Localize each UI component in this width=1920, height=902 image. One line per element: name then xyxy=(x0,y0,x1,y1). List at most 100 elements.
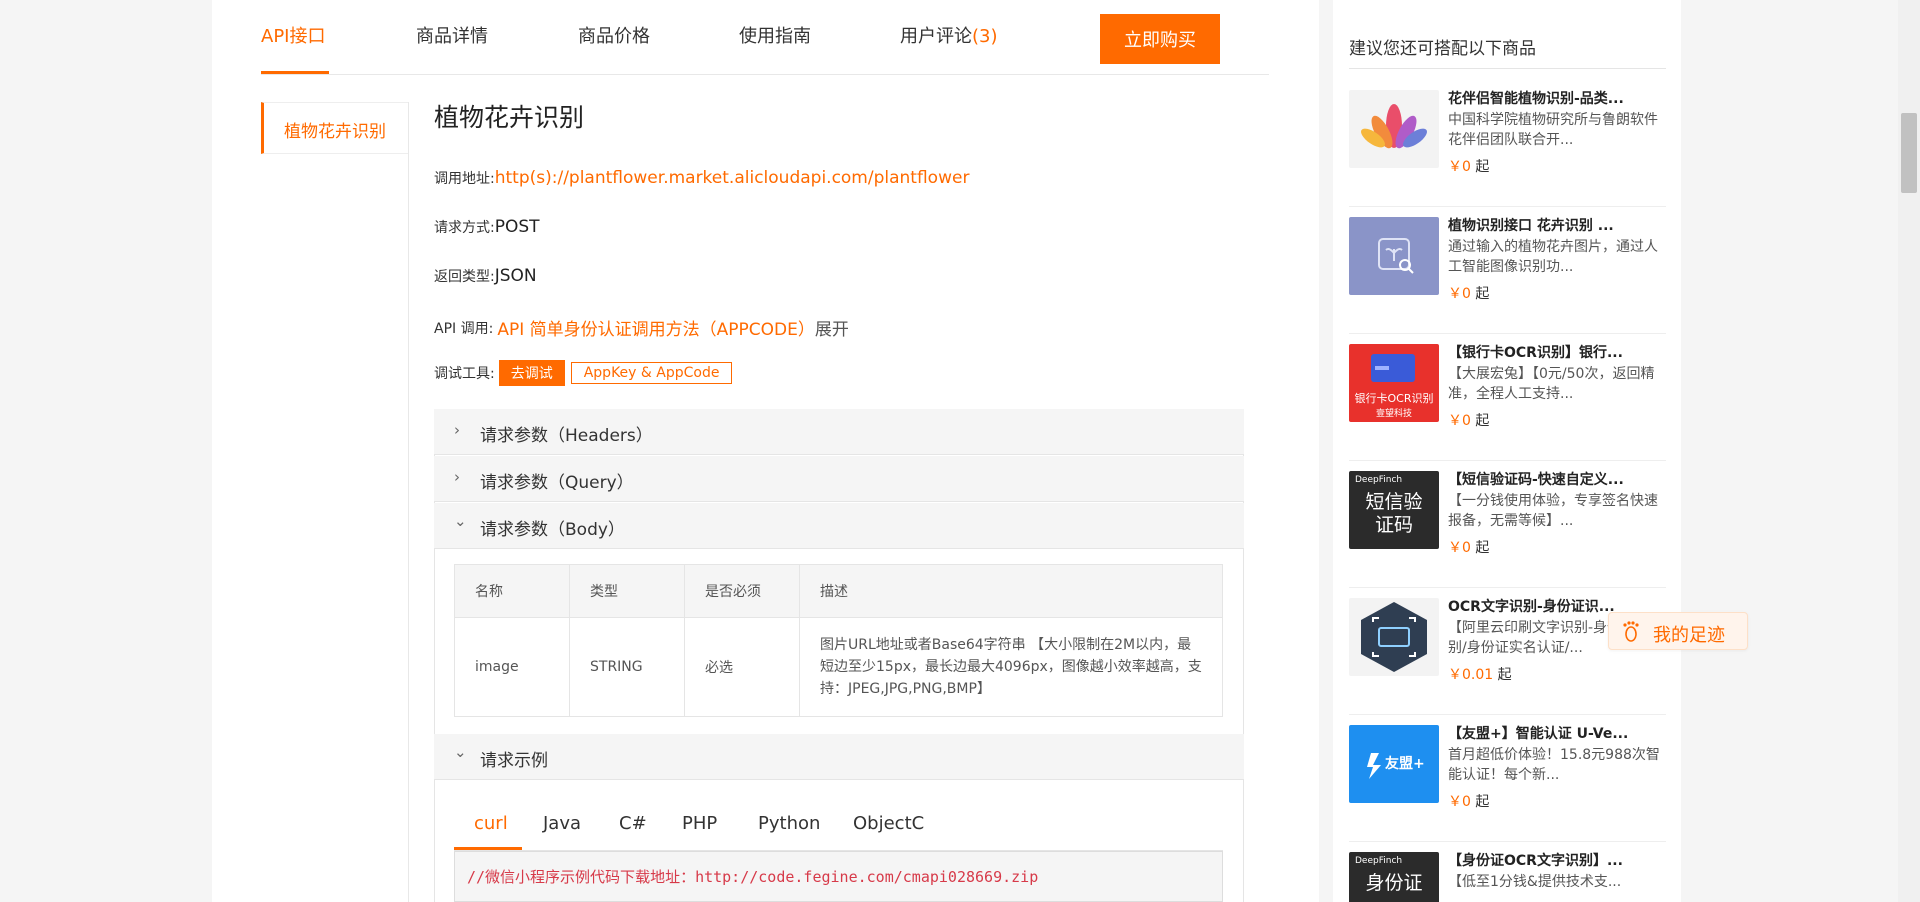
return-type-row: 返回类型: JSON xyxy=(434,266,537,286)
param-required: 必选 xyxy=(684,617,800,717)
recommend-item-price: ￥0 起 xyxy=(1448,286,1490,302)
recommend-item[interactable]: OCR文字识别-身份证识... 【阿里云印刷文字识别-身份证识别/身份证实名认证… xyxy=(1349,588,1666,715)
chevron-down-icon: ⌄ xyxy=(454,512,467,530)
umeng-thumb-text: 友盟+ xyxy=(1385,756,1425,772)
left-nav-divider xyxy=(408,102,409,902)
recommend-item[interactable]: 植物识别接口 花卉识别 ... 通过输入的植物花卉图片，通过人工智能图像识别功.… xyxy=(1349,207,1666,334)
appcode-auth-link[interactable]: API 简单身份认证调用方法（APPCODE） xyxy=(497,315,815,340)
param-desc: 图片URL地址或者Base64字符串 【大小限制在2M以内，最短边至少15px，… xyxy=(799,617,1223,717)
section-headers-label: 请求参数（Headers） xyxy=(480,426,653,446)
my-footprint-button[interactable]: 我的足迹 xyxy=(1608,612,1748,650)
section-headers[interactable]: › 请求参数（Headers） xyxy=(434,409,1244,455)
sms-thumb-brand: DeepFinch xyxy=(1355,475,1403,485)
param-table: 名称 类型 是否必须 描述 image STRING 必选 图片URL地址或者B… xyxy=(454,564,1223,717)
code-block[interactable]: //微信小程序示例代码下载地址：http://code.fegine.com/c… xyxy=(454,851,1223,902)
id-ocr-logo-icon: DeepFinch 身份证 xyxy=(1349,852,1439,902)
recommend-item[interactable]: DeepFinch 身份证 【身份证OCR文字识别】... 【低至1分钱&提供技… xyxy=(1349,842,1666,902)
api-title: 植物花卉识别 xyxy=(434,103,585,132)
recommend-item-desc: 【低至1分钱&提供技术支... xyxy=(1448,874,1622,890)
tab-user-reviews[interactable]: 用户评论(3) xyxy=(900,22,998,48)
review-count: (3) xyxy=(972,26,998,47)
recommend-title: 建议您还可搭配以下商品 xyxy=(1349,39,1536,59)
method-row: 请求方式: POST xyxy=(434,217,540,237)
debug-tool-label: 调试工具: xyxy=(434,366,495,382)
recommend-item[interactable]: DeepFinch 短信验证码 【短信验证码-快速自定义... 【一分钱使用体验… xyxy=(1349,461,1666,588)
recommend-item-desc: 首月超低价体验！15.8元988次智能认证！每个新... xyxy=(1448,747,1660,783)
section-query-label: 请求参数（Query） xyxy=(480,473,634,493)
section-body-label: 请求参数（Body） xyxy=(480,520,625,540)
recommend-item-desc: 【大展宏兔】【0元/50次，返回精准，全程人工支持... xyxy=(1448,366,1655,402)
param-type: STRING xyxy=(569,617,685,717)
recommend-item-price: ￥0 起 xyxy=(1448,413,1490,429)
code-tab-objectc[interactable]: ObjectC xyxy=(853,813,924,834)
code-tab-python[interactable]: Python xyxy=(758,813,820,834)
lotus-logo-icon xyxy=(1349,90,1439,168)
recommend-item-desc: 通过输入的植物花卉图片，通过人工智能图像识别功... xyxy=(1448,239,1658,275)
recommend-item[interactable]: 银行卡OCR识别 壹望科技 【银行卡OCR识别】银行... 【大展宏兔】【0元/… xyxy=(1349,334,1666,461)
table-row: image STRING 必选 图片URL地址或者Base64字符串 【大小限制… xyxy=(454,617,1223,717)
chevron-right-icon: › xyxy=(454,468,460,486)
left-nav-item-plant-flower[interactable]: 植物花卉识别 xyxy=(261,102,408,154)
recommend-item-desc: 【一分钱使用体验，专享签名快速报备，无需等候】... xyxy=(1448,493,1658,529)
section-request-example[interactable]: ⌄ 请求示例 xyxy=(434,734,1244,780)
method-label: 请求方式: xyxy=(434,220,495,236)
code-line: //微信小程序示例代码下载地址：http://code.fegine.com/c… xyxy=(467,868,1039,886)
tab-user-reviews-label: 用户评论 xyxy=(900,26,972,47)
table-header-row: 名称 类型 是否必须 描述 xyxy=(454,564,1223,618)
code-tab-curl[interactable]: curl xyxy=(474,813,508,834)
tab-usage-guide[interactable]: 使用指南 xyxy=(739,22,811,48)
bank-card-logo-icon: 银行卡OCR识别 壹望科技 xyxy=(1349,344,1439,422)
debug-button[interactable]: 去调试 xyxy=(498,360,565,386)
debug-tool-row: 调试工具: 去调试 AppKey & AppCode xyxy=(434,360,733,386)
id-thumb-text: 身份证 xyxy=(1365,872,1423,894)
chevron-right-icon: › xyxy=(454,421,460,439)
scrollbar-thumb[interactable] xyxy=(1901,113,1917,193)
col-header-required: 是否必须 xyxy=(684,564,800,618)
recommend-item-name: 【银行卡OCR识别】银行... xyxy=(1448,345,1623,361)
recommend-item-price: ￥0.01 起 xyxy=(1448,667,1512,683)
section-request-example-label: 请求示例 xyxy=(480,751,548,771)
col-header-desc: 描述 xyxy=(799,564,1223,618)
recommend-divider xyxy=(1349,68,1666,69)
recommend-item-price: ￥0 起 xyxy=(1448,159,1490,175)
code-tab-java[interactable]: Java xyxy=(543,813,581,834)
chevron-down-icon: ⌄ xyxy=(454,743,467,761)
tab-divider xyxy=(261,74,1269,75)
tab-product-price[interactable]: 商品价格 xyxy=(578,22,650,48)
plant-scan-logo-icon xyxy=(1349,217,1439,295)
tab-api[interactable]: API接口 xyxy=(261,22,325,48)
address-row: 调用地址: http(s)://plantflower.market.alicl… xyxy=(434,168,969,188)
appkey-appcode-button[interactable]: AppKey & AppCode xyxy=(570,362,733,384)
code-tab-csharp[interactable]: C# xyxy=(619,813,647,834)
left-nav-item-label: 植物花卉识别 xyxy=(284,122,386,142)
tab-product-details[interactable]: 商品详情 xyxy=(416,22,488,48)
api-address-link[interactable]: http(s)://plantflower.market.alicloudapi… xyxy=(495,168,970,188)
section-body[interactable]: ⌄ 请求参数（Body） xyxy=(434,503,1244,549)
expand-link[interactable]: 展开 xyxy=(815,315,849,340)
recommend-item-name: 花伴侣智能植物识别-品类... xyxy=(1448,91,1624,107)
api-call-row: API 调用: API 简单身份认证调用方法（APPCODE） 展开 xyxy=(434,315,849,340)
param-name: image xyxy=(454,617,570,717)
ocr-scan-logo-icon xyxy=(1349,598,1439,676)
footprint-icon xyxy=(1621,620,1641,647)
recommend-item-name: 【身份证OCR文字识别】... xyxy=(1448,853,1623,869)
umeng-logo-icon: 友盟+ xyxy=(1349,725,1439,803)
recommend-item[interactable]: 友盟+ 【友盟+】智能认证 U-Ve... 首月超低价体验！15.8元988次智… xyxy=(1349,715,1666,842)
col-header-name: 名称 xyxy=(454,564,570,618)
api-call-label: API 调用: xyxy=(434,320,494,337)
id-thumb-brand: DeepFinch xyxy=(1355,856,1403,866)
recommend-item[interactable]: 花伴侣智能植物识别-品类... 中国科学院植物研究所与鲁朗软件花伴侣团队联合开.… xyxy=(1349,80,1666,207)
recommend-item-name: 植物识别接口 花卉识别 ... xyxy=(1448,218,1614,234)
recommend-item-price: ￥0 起 xyxy=(1448,794,1490,810)
recommend-item-price: ￥0 起 xyxy=(1448,540,1490,556)
code-tab-php[interactable]: PHP xyxy=(682,813,717,834)
sms-code-logo-icon: DeepFinch 短信验证码 xyxy=(1349,471,1439,549)
recommend-item-name: 【友盟+】智能认证 U-Ve... xyxy=(1448,726,1629,742)
buy-now-button[interactable]: 立即购买 xyxy=(1100,14,1220,64)
col-header-type: 类型 xyxy=(569,564,685,618)
footprint-label: 我的足迹 xyxy=(1653,625,1725,646)
bank-card-thumb-text: 银行卡OCR识别 xyxy=(1354,392,1434,405)
bank-card-thumb-brand: 壹望科技 xyxy=(1375,409,1412,419)
sms-thumb-text: 短信验证码 xyxy=(1365,491,1423,536)
section-query[interactable]: › 请求参数（Query） xyxy=(434,456,1244,502)
